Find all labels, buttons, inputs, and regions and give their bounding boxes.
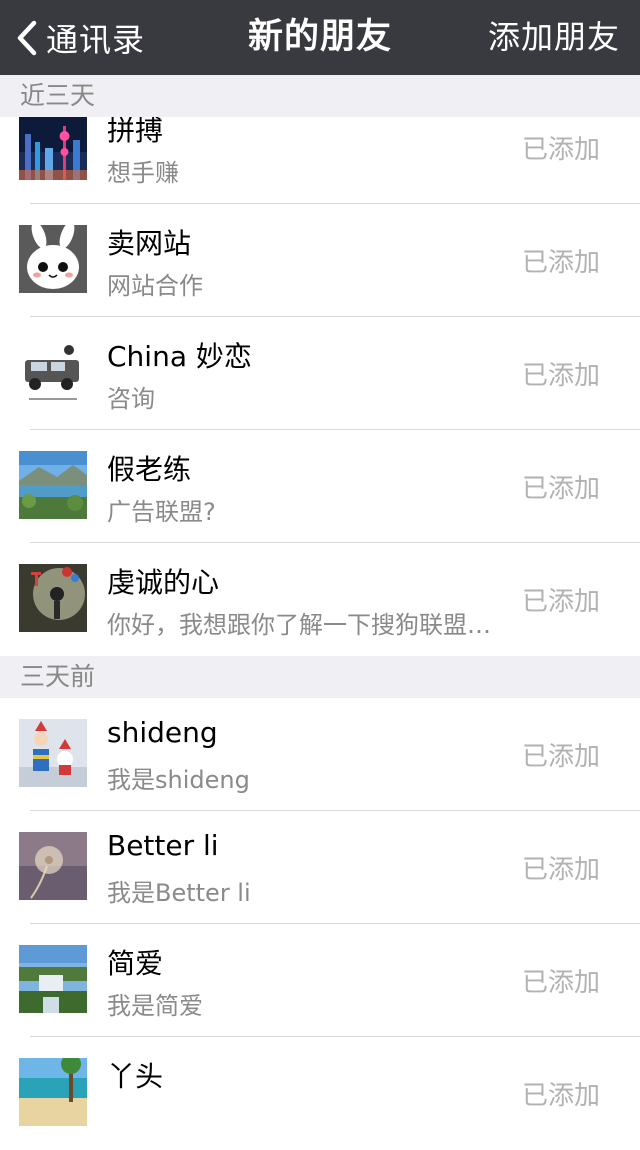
added-status: 已添加 [521, 1081, 600, 1111]
friend-message: 网站合作 [107, 272, 203, 300]
back-button[interactable]: 通讯录 [16, 0, 145, 75]
friend-request-row[interactable]: 虔诚的心 你好，我想跟你了解一下搜狗联盟的广告 已添加 [0, 543, 640, 656]
added-status: 已添加 [521, 968, 600, 998]
friend-message: 想手赚 [107, 159, 179, 187]
friend-request-row[interactable]: Better li 我是Better li 已添加 [0, 811, 640, 924]
added-status: 已添加 [521, 361, 600, 391]
back-label: 通讯录 [46, 20, 146, 59]
friend-request-row[interactable]: 假老练 广告联盟? 已添加 [0, 430, 640, 543]
friend-message: 咨询 [107, 385, 155, 413]
page-title: 新的朋友 [247, 17, 392, 57]
friend-name: 虔诚的心 [107, 566, 220, 599]
friend-name: 简爱 [107, 947, 164, 980]
added-status: 已添加 [521, 248, 600, 278]
section-header-earlier: 三天前 [0, 656, 640, 698]
waterfall-avatar [19, 945, 87, 1013]
friend-name: 丫头 [107, 1060, 164, 1093]
friend-message: 我是Better li [107, 879, 251, 907]
friend-request-row[interactable]: shideng 我是shideng 已添加 [0, 698, 640, 811]
added-status: 已添加 [521, 742, 600, 772]
suv-car-avatar [19, 338, 87, 406]
added-status: 已添加 [521, 474, 600, 504]
navigation-bar: 通讯录 新的朋友 添加朋友 [0, 0, 640, 75]
friend-message: 广告联盟? [107, 498, 216, 526]
section-header-label: 近三天 [20, 81, 96, 110]
friend-request-row[interactable]: China 妙恋 咨询 已添加 [0, 317, 640, 430]
section-header-recent: 近三天 [0, 75, 640, 117]
christmas-toys-avatar [19, 719, 87, 787]
friend-name: Better li [107, 829, 219, 862]
friend-message: 你好，我想跟你了解一下搜狗联盟的广告 [107, 611, 497, 639]
added-status: 已添加 [521, 587, 600, 617]
friend-request-row[interactable]: 丫头 已添加 [0, 1037, 640, 1150]
lake-mountain-avatar [19, 451, 87, 519]
friend-request-row[interactable]: 简爱 我是简爱 已添加 [0, 924, 640, 1037]
friend-name: 卖网站 [107, 227, 192, 260]
section-header-label: 三天前 [20, 662, 96, 691]
girl-balloons-avatar [19, 564, 87, 632]
friend-request-row[interactable]: 卖网站 网站合作 已添加 [0, 204, 640, 317]
chevron-left-icon [17, 20, 37, 55]
friend-name: 假老练 [107, 453, 192, 486]
beach-avatar [19, 1058, 87, 1126]
city-skyline-avatar [19, 112, 87, 180]
add-friend-button[interactable]: 添加朋友 [488, 0, 620, 75]
friend-name: China 妙恋 [107, 340, 252, 373]
cartoon-rabbit-avatar [19, 225, 87, 293]
added-status: 已添加 [521, 855, 600, 885]
friend-message: 我是shideng [107, 766, 250, 794]
dandelion-avatar [19, 832, 87, 900]
friend-message: 我是简爱 [107, 992, 203, 1020]
friend-name: shideng [107, 716, 218, 749]
